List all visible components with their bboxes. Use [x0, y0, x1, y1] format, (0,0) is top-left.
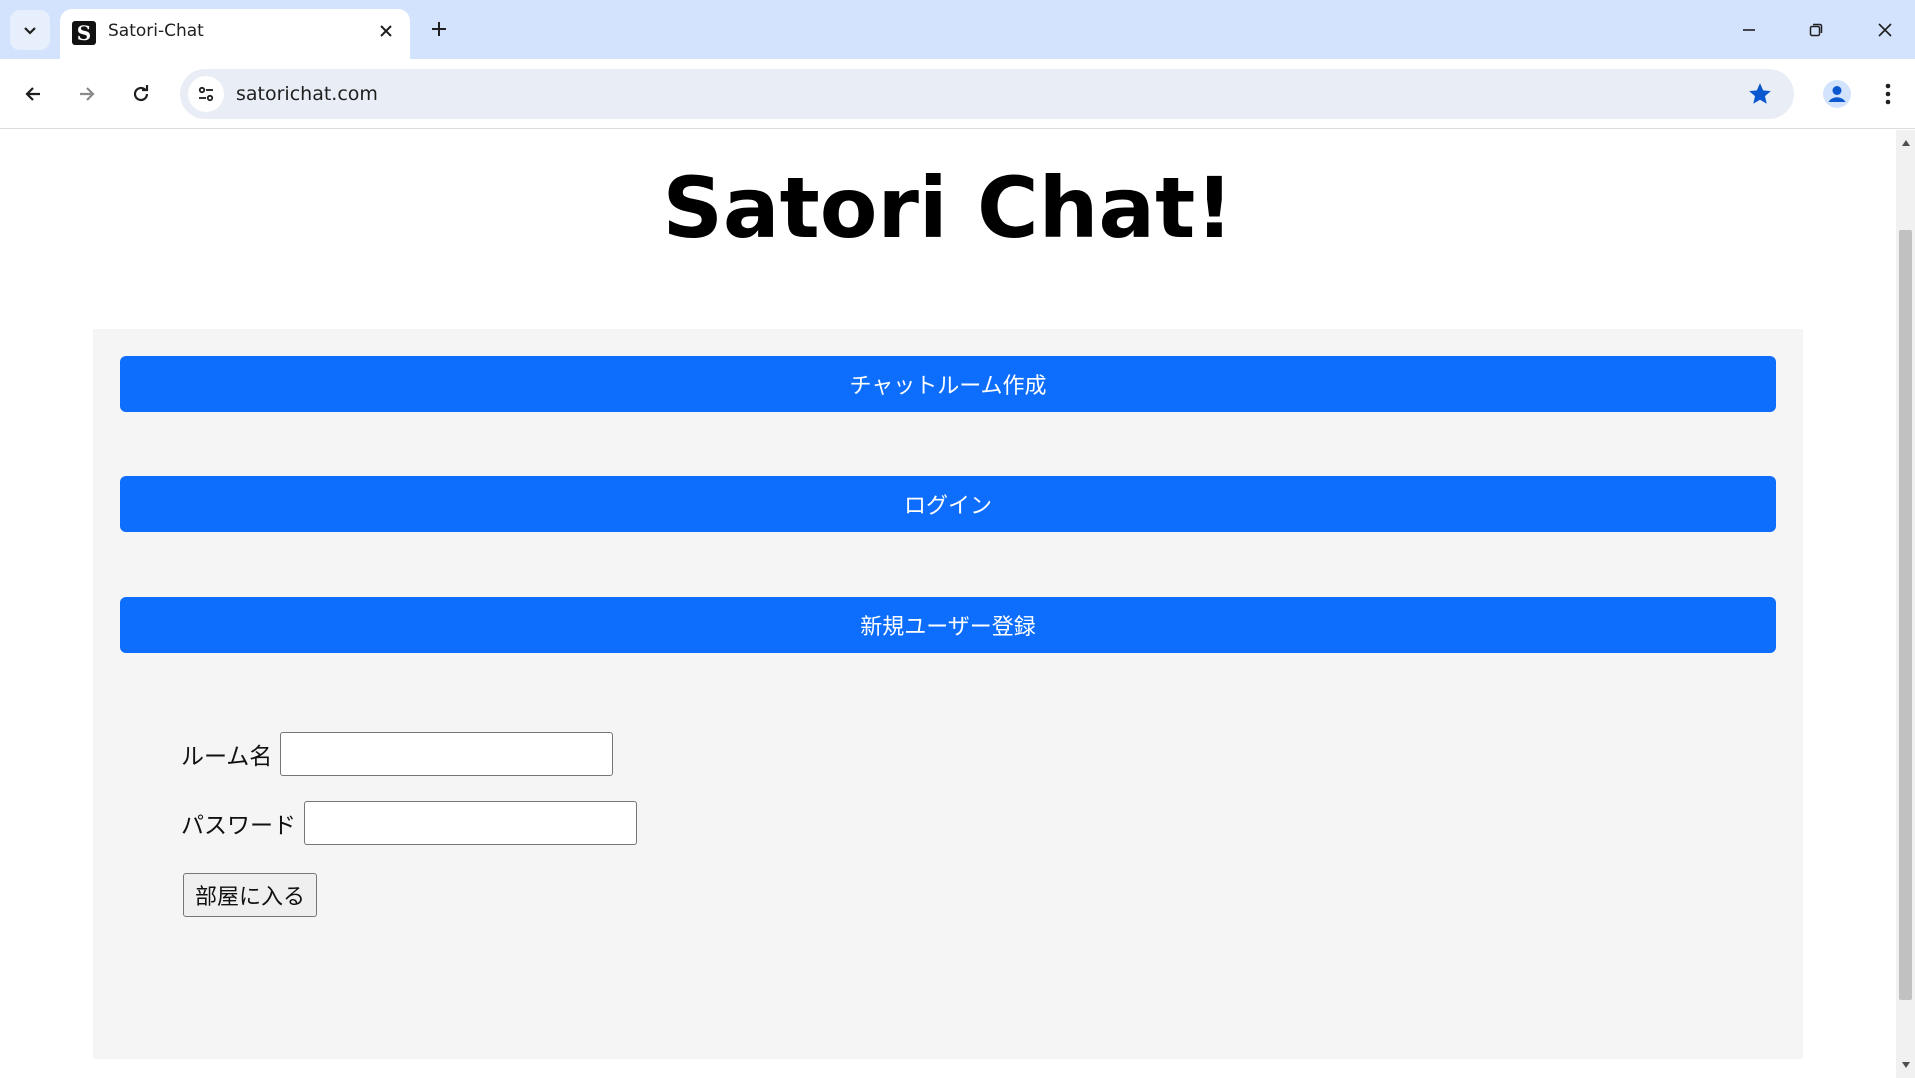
- profile-icon: [1823, 80, 1851, 108]
- url-text[interactable]: satorichat.com: [236, 69, 378, 119]
- kebab-menu-icon: [1885, 83, 1891, 105]
- register-button[interactable]: 新規ユーザー登録: [120, 597, 1776, 653]
- page-viewport: Satori Chat! チャットルーム作成 ログイン 新規ユーザー登録 ルーム…: [0, 130, 1896, 1078]
- back-button[interactable]: [14, 75, 52, 113]
- address-bar[interactable]: satorichat.com: [180, 69, 1794, 119]
- triangle-up-icon: [1901, 140, 1910, 146]
- main-panel: チャットルーム作成 ログイン 新規ユーザー登録 ルーム名 パスワード 部屋に入る: [93, 329, 1803, 1059]
- new-tab-button[interactable]: [424, 14, 454, 44]
- bookmark-button[interactable]: [1746, 80, 1774, 108]
- room-name-row: ルーム名: [181, 732, 614, 776]
- chevron-down-icon: [24, 27, 36, 35]
- tab-strip: S Satori-Chat: [0, 0, 1915, 59]
- forward-button[interactable]: [68, 75, 106, 113]
- scroll-down-button[interactable]: [1896, 1056, 1915, 1074]
- tab-title: Satori-Chat: [108, 21, 204, 41]
- restore-icon: [1809, 23, 1823, 37]
- close-window-button[interactable]: [1865, 10, 1905, 50]
- enter-room-button[interactable]: 部屋に入る: [183, 873, 318, 917]
- close-icon: [380, 25, 392, 37]
- active-tab[interactable]: S Satori-Chat: [60, 9, 410, 59]
- tune-icon: [198, 86, 214, 102]
- forward-arrow-icon: [80, 87, 95, 101]
- vertical-scrollbar[interactable]: [1896, 130, 1915, 1078]
- back-arrow-icon: [25, 87, 40, 101]
- plus-icon: [432, 22, 446, 36]
- reload-button[interactable]: [122, 75, 160, 113]
- page-title: Satori Chat!: [662, 159, 1234, 257]
- browser-menu-button[interactable]: [1870, 74, 1906, 114]
- minimize-icon: [1743, 29, 1755, 31]
- minimize-button[interactable]: [1729, 10, 1769, 50]
- password-label: パスワード: [181, 813, 296, 839]
- star-icon: [1749, 83, 1771, 104]
- password-row: パスワード: [181, 801, 637, 845]
- site-info-button[interactable]: [188, 76, 224, 112]
- triangle-down-icon: [1901, 1062, 1910, 1068]
- scrollbar-thumb[interactable]: [1899, 230, 1912, 1000]
- tab-search-button[interactable]: [10, 10, 50, 50]
- site-favicon: S: [72, 21, 96, 45]
- room-name-label: ルーム名: [181, 744, 273, 770]
- login-button[interactable]: ログイン: [120, 476, 1776, 532]
- browser-toolbar: satorichat.com: [0, 59, 1915, 129]
- close-window-icon: [1878, 23, 1892, 37]
- profile-button[interactable]: [1817, 74, 1857, 114]
- tab-close-button[interactable]: [374, 19, 398, 43]
- restore-button[interactable]: [1796, 10, 1836, 50]
- create-room-button[interactable]: チャットルーム作成: [120, 356, 1776, 412]
- reload-icon: [133, 85, 149, 102]
- scroll-up-button[interactable]: [1896, 134, 1915, 152]
- room-name-input[interactable]: [280, 732, 614, 776]
- password-input[interactable]: [304, 801, 637, 845]
